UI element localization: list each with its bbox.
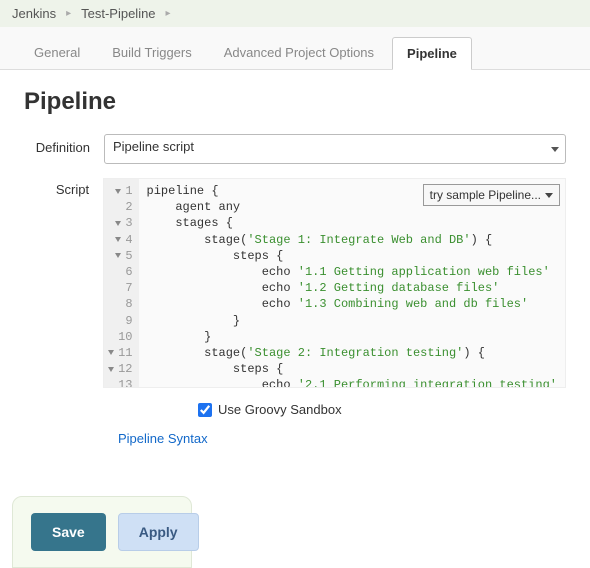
chevron-down-icon [545,193,553,198]
try-sample-label: try sample Pipeline... [430,188,541,202]
pipeline-section: Pipeline Definition Pipeline script Scri… [0,70,590,456]
chevron-right-icon: ▸ [66,8,71,19]
use-groovy-sandbox-label: Use Groovy Sandbox [218,402,342,417]
tab-build-triggers[interactable]: Build Triggers [98,37,205,69]
try-sample-pipeline-dropdown[interactable]: try sample Pipeline... [423,184,560,206]
save-button[interactable]: Save [31,513,106,551]
sandbox-row: Use Groovy Sandbox [198,402,566,417]
definition-label: Definition [24,134,104,155]
breadcrumb-root[interactable]: Jenkins [12,6,56,21]
chevron-right-icon: ▸ [166,8,171,19]
tab-pipeline[interactable]: Pipeline [392,37,472,70]
tab-advanced-options[interactable]: Advanced Project Options [210,37,388,69]
config-tabs: General Build Triggers Advanced Project … [0,27,590,70]
pipeline-syntax-row: Pipeline Syntax [118,431,566,446]
pipeline-syntax-link[interactable]: Pipeline Syntax [118,431,208,446]
tab-general[interactable]: General [20,37,94,69]
editor-code[interactable]: pipeline { agent any stages { stage('Sta… [139,179,565,387]
definition-row: Definition Pipeline script [24,134,566,164]
apply-button[interactable]: Apply [118,513,199,551]
script-row: Script try sample Pipeline... 1234567891… [24,178,566,388]
script-label: Script [24,178,103,197]
editor-gutter: 123456789101112131415 [104,179,138,387]
use-groovy-sandbox-checkbox[interactable] [198,403,212,417]
definition-select[interactable]: Pipeline script [104,134,566,164]
breadcrumb-item[interactable]: Test-Pipeline [81,6,155,21]
script-editor[interactable]: 123456789101112131415 pipeline { agent a… [103,178,566,388]
breadcrumb: Jenkins ▸ Test-Pipeline ▸ [0,0,590,27]
page-title: Pipeline [24,88,566,116]
action-bar: Save Apply [12,496,192,568]
